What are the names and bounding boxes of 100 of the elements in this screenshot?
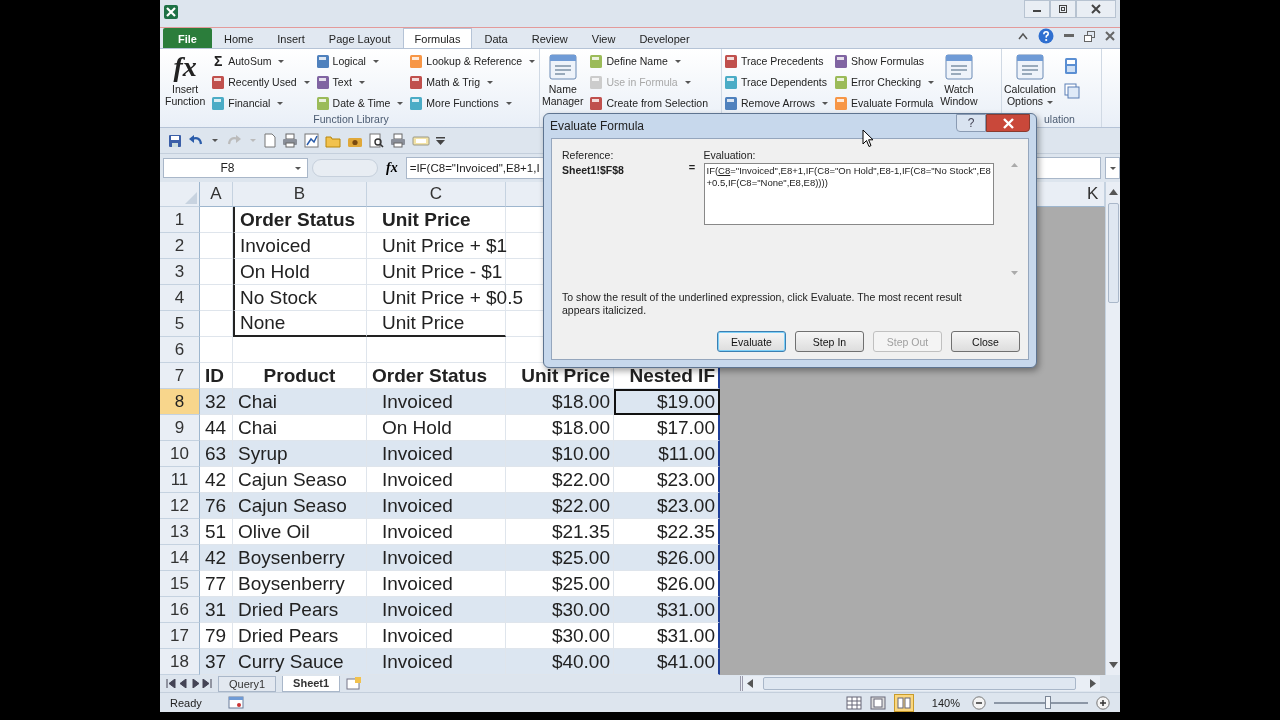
empty-cell[interactable]	[233, 337, 367, 363]
table-cell[interactable]: $41.00	[614, 649, 720, 675]
ribbon-tab[interactable]: Developer	[627, 28, 702, 48]
row-header[interactable]: 12	[160, 493, 200, 519]
normal-view-icon[interactable]	[845, 695, 862, 710]
minimize-button[interactable]	[1024, 0, 1050, 18]
ribbon-button[interactable]: Recently Used	[209, 72, 312, 92]
printer-icon[interactable]	[282, 133, 298, 148]
ribbon-button[interactable]: Evaluate Formula	[832, 93, 937, 113]
column-header[interactable]: B	[233, 182, 367, 207]
ribbon-tab[interactable]: Data	[472, 28, 520, 48]
scroll-up-icon[interactable]	[1108, 189, 1118, 195]
dialog-button[interactable]: Step In	[795, 331, 864, 352]
row-header[interactable]: 2	[160, 233, 200, 259]
collapse-ribbon-icon[interactable]	[1018, 32, 1028, 40]
column-header[interactable]: A	[200, 182, 233, 207]
row-header[interactable]: 9	[160, 415, 200, 441]
row-header[interactable]: 11	[160, 467, 200, 493]
row-header[interactable]: 10	[160, 441, 200, 467]
scroll-thumb[interactable]	[763, 677, 1076, 690]
row-header[interactable]: 15	[160, 571, 200, 597]
ribbon-tab[interactable]: Formulas	[402, 28, 473, 48]
zoom-in-icon[interactable]	[1096, 695, 1110, 710]
zoom-level[interactable]: 140%	[931, 696, 960, 709]
ribbon-button[interactable]: Define Name	[587, 51, 710, 71]
ribbon-button[interactable]: Text	[313, 72, 406, 92]
ribbon-button[interactable]: Show Formulas	[832, 51, 937, 71]
column-header[interactable]: K	[1083, 182, 1105, 207]
table-cell[interactable]: $11.00	[614, 441, 720, 467]
ribbon-button[interactable]: Calculation Options	[1002, 51, 1058, 113]
ribbon-tab[interactable]: Home	[211, 28, 266, 48]
insert-function-button[interactable]: fx	[382, 160, 402, 176]
select-all-button[interactable]	[160, 182, 200, 207]
ribbon-tab[interactable]: Insert	[265, 28, 317, 48]
minimize-icon[interactable]	[1064, 34, 1074, 38]
folder-icon[interactable]	[325, 133, 341, 148]
sheet-calc-icon[interactable]	[1063, 83, 1080, 99]
ribbon-button[interactable]: Lookup & Reference	[407, 51, 538, 71]
file-tab[interactable]: File	[163, 28, 212, 48]
macro-record-icon[interactable]	[227, 696, 244, 709]
printer-icon[interactable]	[390, 133, 406, 148]
row-header[interactable]: 7	[160, 363, 200, 389]
ribbon-tab[interactable]: Page Layout	[316, 28, 403, 48]
ribbon-tab[interactable]: Review	[519, 28, 580, 48]
ribbon-button[interactable]: Trace Dependents	[722, 72, 831, 92]
sheet-tab[interactable]: Query1	[218, 675, 277, 692]
row-header[interactable]: 17	[160, 623, 200, 649]
close-icon[interactable]	[1105, 31, 1115, 41]
magnifier-icon[interactable]	[369, 133, 384, 148]
scroll-thumb[interactable]	[1107, 203, 1119, 303]
table-cell[interactable]: $23.00	[614, 493, 720, 519]
caret-icon[interactable]	[212, 139, 218, 142]
row-header[interactable]: 16	[160, 597, 200, 623]
dialog-button[interactable]: Close	[951, 331, 1020, 352]
dialog-button[interactable]: Evaluate	[717, 331, 786, 352]
row-header[interactable]: 5	[160, 311, 200, 337]
slider-thumb[interactable]	[1044, 696, 1051, 709]
restore-icon[interactable]	[1084, 30, 1095, 42]
ribbon-button[interactable]: Date & Time	[313, 93, 406, 113]
page-break-view-icon[interactable]	[893, 693, 914, 712]
calculator-icon[interactable]	[1063, 57, 1078, 75]
ribbon-button[interactable]: More Functions	[407, 93, 538, 113]
scroll-down-icon[interactable]	[1108, 662, 1118, 668]
page-layout-icon[interactable]	[869, 695, 886, 710]
ribbon-button[interactable]: Error Checking	[832, 72, 937, 92]
form-icon[interactable]	[412, 134, 430, 147]
customize-icon[interactable]	[436, 136, 445, 145]
column-header[interactable]: C	[367, 182, 506, 207]
scroll-right-icon[interactable]	[1090, 679, 1096, 688]
insert-sheet-icon[interactable]	[346, 677, 363, 690]
ribbon-button[interactable]: Financial	[209, 93, 312, 113]
ribbon-button[interactable]: fx Insert Function	[163, 51, 208, 113]
help-button[interactable]: ?	[956, 114, 986, 132]
ribbon-tab[interactable]: View	[579, 28, 628, 48]
ribbon-button[interactable]: Math & Trig	[407, 72, 538, 92]
ribbon-button[interactable]: Remove Arrows	[722, 93, 831, 113]
empty-cell[interactable]	[367, 337, 506, 363]
zoom-out-icon[interactable]	[972, 695, 986, 710]
splitter-handle[interactable]	[312, 159, 378, 177]
chart-icon[interactable]	[304, 133, 319, 148]
ribbon-button[interactable]: Σ AutoSum	[209, 51, 312, 71]
ribbon-button[interactable]: Create from Selection	[587, 93, 710, 113]
row-header[interactable]: 13	[160, 519, 200, 545]
expand-button[interactable]	[1105, 157, 1120, 179]
row-header[interactable]: 18	[160, 649, 200, 675]
close-button[interactable]	[986, 114, 1030, 132]
vertical-scrollbar[interactable]	[1105, 182, 1120, 675]
horizontal-scrollbar[interactable]	[740, 676, 1100, 691]
scroll-left-icon[interactable]	[747, 679, 753, 688]
app-icon[interactable]	[163, 4, 179, 20]
row-header[interactable]: 6	[160, 337, 200, 363]
row-header[interactable]: 3	[160, 259, 200, 285]
name-box[interactable]: F8	[163, 158, 308, 178]
close-button[interactable]	[1076, 0, 1116, 18]
save-icon[interactable]	[168, 133, 182, 148]
ribbon-button[interactable]: Trace Precedents	[722, 51, 831, 71]
row-header[interactable]: 1	[160, 207, 200, 233]
ribbon-button[interactable]: Logical	[313, 51, 406, 71]
table-cell[interactable]: $26.00	[614, 545, 720, 571]
evaluation-field[interactable]: IF(C8="Invoiced",E8+1,IF(C8="On Hold",E8-1,IF(C8="No Stock",E8+0.5,IF(C8="None",E8,E8))))	[703, 163, 995, 225]
